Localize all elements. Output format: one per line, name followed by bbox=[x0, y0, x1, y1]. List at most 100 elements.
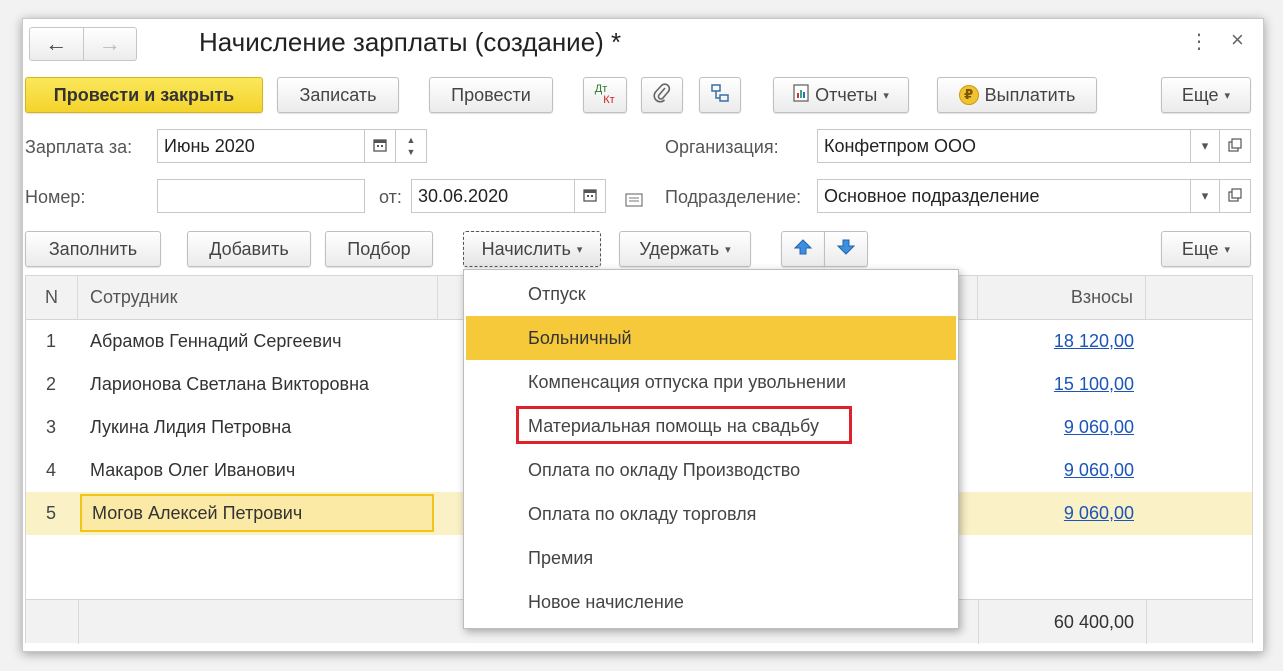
ruble-coin-icon: ₽ bbox=[958, 85, 979, 105]
chevron-down-icon: ▾ bbox=[576, 243, 583, 256]
contribution-amount[interactable]: 9 060,00 bbox=[976, 449, 1146, 492]
pay-button[interactable]: ₽ Выплатить bbox=[937, 77, 1097, 113]
more-label: Еще bbox=[1181, 84, 1219, 105]
more-button[interactable]: Еще ▾ bbox=[1161, 77, 1251, 113]
column-header-empty bbox=[1146, 276, 1252, 320]
date-calendar-button[interactable] bbox=[574, 179, 606, 213]
menu-item-new-accrual[interactable]: Новое начисление bbox=[466, 580, 956, 624]
contribution-amount[interactable]: 9 060,00 bbox=[976, 492, 1146, 535]
column-header-contributions[interactable]: Взносы bbox=[978, 276, 1146, 320]
post-and-close-label: Провести и закрыть bbox=[53, 84, 235, 105]
date-label: от: bbox=[379, 187, 402, 207]
period-label: Зарплата за: bbox=[25, 137, 133, 157]
calendar-button[interactable] bbox=[364, 129, 396, 163]
column-header-employee[interactable]: Сотрудник bbox=[78, 276, 438, 320]
calendar-icon bbox=[373, 138, 387, 155]
pick-button[interactable]: Подбор bbox=[325, 231, 433, 267]
menu-item-vacation-compensation[interactable]: Компенсация отпуска при увольнении bbox=[466, 360, 956, 404]
contribution-link[interactable]: 18 120,00 bbox=[1054, 331, 1134, 352]
paperclip-icon bbox=[653, 82, 671, 108]
organization-field[interactable]: Конфетпром ООО bbox=[817, 129, 1191, 163]
back-icon[interactable]: ← bbox=[30, 28, 83, 60]
arrow-down-icon bbox=[836, 239, 856, 260]
kt-label: Кт bbox=[603, 94, 615, 106]
menu-item-salary-trade[interactable]: Оплата по окладу торговля bbox=[466, 492, 956, 536]
arrow-down-icon[interactable]: ▼ bbox=[407, 146, 416, 158]
table-more-button[interactable]: Еще ▾ bbox=[1161, 231, 1251, 267]
menu-item-bonus[interactable]: Премия bbox=[466, 536, 956, 580]
organization-dropdown-button[interactable]: ▾ bbox=[1190, 129, 1220, 163]
calendar-icon bbox=[583, 188, 597, 205]
navigation-group: ← → bbox=[29, 27, 137, 61]
menu-item-sick-leave[interactable]: Больничный bbox=[466, 316, 956, 360]
forward-icon[interactable]: → bbox=[82, 28, 137, 60]
highlight-frame bbox=[516, 406, 852, 444]
contribution-amount[interactable]: 15 100,00 bbox=[976, 363, 1146, 406]
pick-label: Подбор bbox=[347, 238, 411, 259]
accrue-dropdown-menu: Отпуск Больничный Компенсация отпуска пр… bbox=[463, 269, 959, 629]
date-field[interactable]: 30.06.2020 bbox=[411, 179, 575, 213]
chevron-down-icon: ▾ bbox=[883, 89, 889, 102]
column-header-n[interactable]: N bbox=[26, 276, 78, 320]
contribution-link[interactable]: 15 100,00 bbox=[1054, 374, 1134, 395]
post-label: Провести bbox=[451, 84, 531, 105]
save-button[interactable]: Записать bbox=[277, 77, 399, 113]
contribution-amount[interactable]: 9 060,00 bbox=[976, 406, 1146, 449]
fill-label: Заполнить bbox=[48, 238, 138, 259]
division-field[interactable]: Основное подразделение bbox=[817, 179, 1191, 213]
menu-item-vacation[interactable]: Отпуск bbox=[466, 272, 956, 316]
contribution-link[interactable]: 9 060,00 bbox=[1064, 503, 1134, 524]
division-open-button[interactable] bbox=[1219, 179, 1251, 213]
chevron-down-icon: ▾ bbox=[1224, 89, 1231, 102]
row-number: 1 bbox=[45, 331, 56, 351]
document-window: ← → Начисление зарплаты (создание) * ⋮ ×… bbox=[22, 18, 1264, 652]
add-button[interactable]: Добавить bbox=[187, 231, 311, 267]
organization-open-button[interactable] bbox=[1219, 129, 1251, 163]
move-up-button[interactable] bbox=[781, 231, 825, 267]
open-link-icon bbox=[1228, 137, 1242, 155]
period-field[interactable]: Июнь 2020 bbox=[157, 129, 365, 163]
period-stepper[interactable]: ▲ ▼ bbox=[395, 129, 427, 163]
row-number: 3 bbox=[45, 417, 56, 437]
post-and-close-button[interactable]: Провести и закрыть bbox=[25, 77, 263, 113]
chevron-down-icon: ▾ bbox=[1201, 188, 1209, 203]
chevron-down-icon: ▾ bbox=[725, 243, 731, 256]
comment-icon[interactable] bbox=[625, 191, 643, 212]
dt-kt-button[interactable]: Дт Кт bbox=[583, 77, 627, 113]
attach-button[interactable] bbox=[641, 77, 683, 113]
row-number: 5 bbox=[45, 503, 56, 523]
post-button[interactable]: Провести bbox=[429, 77, 553, 113]
division-dropdown-button[interactable]: ▾ bbox=[1190, 179, 1220, 213]
window-title: Начисление зарплаты (создание) * bbox=[199, 27, 622, 57]
structure-icon bbox=[710, 83, 730, 108]
arrow-up-icon bbox=[793, 238, 813, 260]
chevron-down-icon: ▾ bbox=[1224, 243, 1231, 256]
menu-item-salary-production[interactable]: Оплата по окладу Производство bbox=[466, 448, 956, 492]
withhold-button[interactable]: Удержать ▾ bbox=[619, 231, 751, 267]
employee-name[interactable]: Могов Алексей Петрович bbox=[80, 494, 434, 532]
employee-name[interactable]: Лукина Лидия Петровна bbox=[80, 406, 434, 449]
employee-name[interactable]: Абрамов Геннадий Сергеевич bbox=[80, 320, 434, 363]
reports-label: Отчеты bbox=[815, 84, 878, 105]
reports-button[interactable]: Отчеты ▾ bbox=[773, 77, 909, 113]
open-link-icon bbox=[1228, 187, 1242, 205]
add-label: Добавить bbox=[209, 238, 289, 259]
arrow-up-icon[interactable]: ▲ bbox=[407, 134, 416, 146]
table-more-label: Еще bbox=[1181, 238, 1219, 259]
accrue-button[interactable]: Начислить ▾ bbox=[463, 231, 601, 267]
employee-name[interactable]: Макаров Олег Иванович bbox=[80, 449, 434, 492]
employee-name[interactable]: Ларионова Светлана Викторовна bbox=[80, 363, 434, 406]
organization-label: Организация: bbox=[665, 137, 779, 157]
contribution-link[interactable]: 9 060,00 bbox=[1064, 417, 1134, 438]
fill-button[interactable]: Заполнить bbox=[25, 231, 161, 267]
structure-button[interactable] bbox=[699, 77, 741, 113]
move-down-button[interactable] bbox=[824, 231, 868, 267]
menu-dots-icon[interactable]: ⋮ bbox=[1189, 29, 1209, 54]
contribution-amount[interactable]: 18 120,00 bbox=[976, 320, 1146, 363]
division-label: Подразделение: bbox=[665, 187, 802, 207]
total-contributions: 60 400,00 bbox=[1053, 611, 1134, 632]
number-field[interactable] bbox=[157, 179, 365, 213]
contribution-link[interactable]: 9 060,00 bbox=[1064, 460, 1134, 481]
accrue-label: Начислить bbox=[481, 238, 571, 259]
close-icon[interactable]: × bbox=[1231, 27, 1244, 53]
